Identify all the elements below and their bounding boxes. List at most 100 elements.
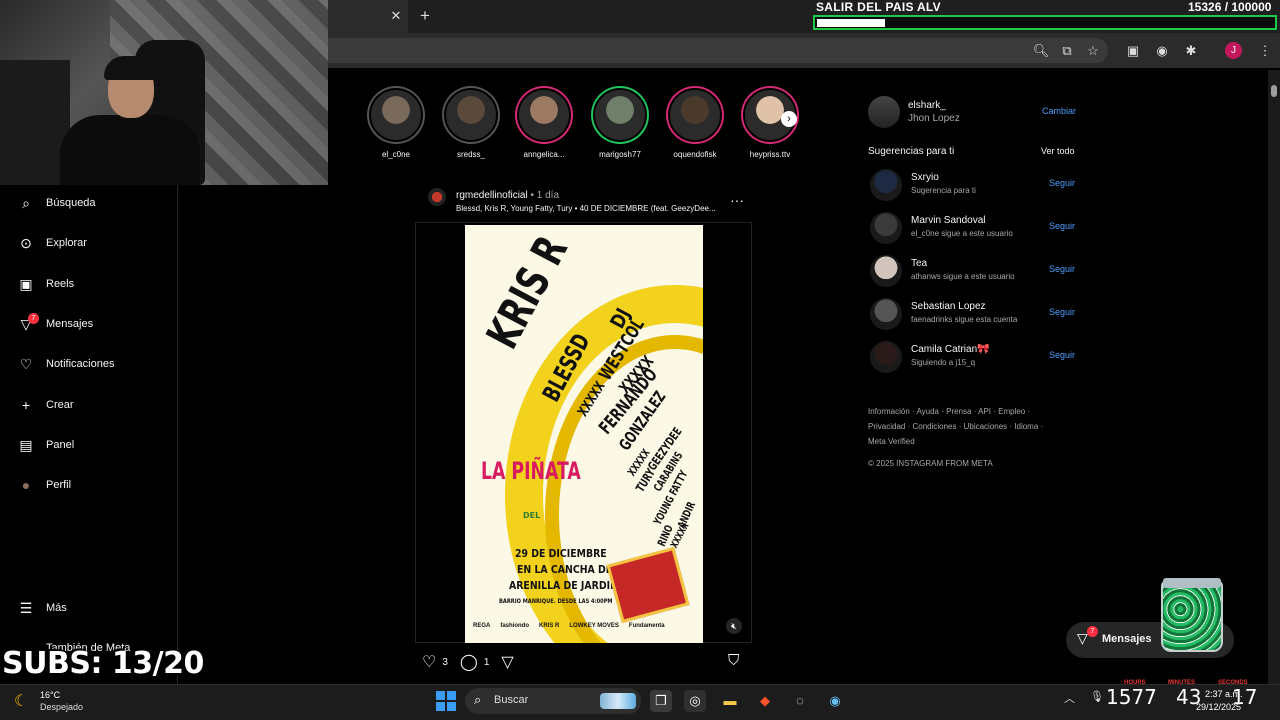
weather-temp[interactable]: 16°C — [40, 690, 60, 700]
sidebar-item-notificaciones[interactable]: ♡ Notificaciones — [18, 352, 115, 376]
suggestion-avatar[interactable] — [870, 341, 902, 373]
sidebar-item-explorar[interactable]: ⊙ Explorar — [18, 231, 87, 255]
address-bar[interactable] — [328, 38, 1108, 63]
suggestion-avatar[interactable] — [870, 298, 902, 330]
story-avatar[interactable] — [593, 88, 647, 142]
sidebar-item-panel[interactable]: ▤ Panel — [18, 433, 74, 457]
suggestion-name[interactable]: Tea — [911, 258, 927, 269]
moon-icon[interactable]: ☾ — [14, 691, 28, 711]
tray-chevron-icon[interactable]: ︿ — [1064, 690, 1075, 706]
browser-profile-avatar[interactable]: J — [1225, 42, 1242, 59]
bookmark-star-icon[interactable]: ☆ — [1084, 42, 1102, 60]
story-ring[interactable] — [515, 86, 573, 144]
story-username[interactable]: el_c0ne — [366, 150, 426, 159]
see-all-link[interactable]: Ver todo — [1041, 146, 1075, 156]
suggestion-name[interactable]: Marvin Sandoval — [911, 215, 985, 226]
page-scrollbar[interactable] — [1268, 70, 1280, 684]
media-icon[interactable]: ▣ — [1124, 42, 1142, 60]
story-username[interactable]: heypriss.ttv — [740, 150, 800, 159]
story-username[interactable]: oquendofisk — [665, 150, 725, 159]
weather-desc[interactable]: Despejado — [40, 702, 83, 712]
steam-icon[interactable]: ◉ — [824, 690, 846, 712]
follow-button[interactable]: Seguir — [1049, 178, 1075, 188]
like-count[interactable]: 3 — [442, 657, 448, 668]
comment-icon[interactable]: ◯ — [460, 652, 478, 672]
story-item[interactable]: oquendofisk — [665, 86, 725, 159]
install-app-icon[interactable]: ⧉ — [1058, 42, 1076, 60]
brave-icon[interactable]: ◆ — [754, 690, 776, 712]
poster-pinata-sub: DEL — [523, 511, 541, 520]
share-icon[interactable]: ▽ — [501, 652, 513, 672]
zoom-icon[interactable]: 🔍︎ — [1032, 42, 1050, 60]
story-ring[interactable] — [591, 86, 649, 144]
post-author-avatar[interactable] — [428, 188, 446, 206]
follow-button[interactable]: Seguir — [1049, 350, 1075, 360]
suggestion-avatar[interactable] — [870, 212, 902, 244]
extension-icon[interactable]: ◉ — [1153, 42, 1171, 60]
microphone-icon[interactable]: 🎙︎ — [1090, 690, 1104, 703]
app-icon[interactable]: ◌ — [789, 690, 811, 712]
start-button[interactable] — [436, 691, 456, 711]
timer-hours: 1577 — [1106, 685, 1157, 709]
footer-links-line-1[interactable]: Información · Ayuda · Prensa · API · Emp… — [868, 404, 1058, 419]
suggestion-avatar[interactable] — [870, 169, 902, 201]
save-bookmark-icon[interactable]: ⛉ — [728, 652, 739, 669]
sidebar-item-reels[interactable]: ▣ Reels — [18, 272, 74, 296]
post-author[interactable]: rgmedellinoficial • 1 día — [456, 190, 559, 201]
task-view-icon[interactable]: ❐ — [650, 690, 672, 712]
story-ring[interactable] — [666, 86, 724, 144]
chrome-icon[interactable]: ◎ — [684, 690, 706, 712]
current-username[interactable]: elshark_ — [908, 100, 946, 111]
footer-links-line-2[interactable]: Privacidad · Condiciones · Ubicaciones ·… — [868, 419, 1058, 434]
plus-icon: + — [21, 397, 31, 413]
like-icon[interactable]: ♡ — [422, 652, 436, 672]
sidebar-item-perfil[interactable]: ● Perfil — [18, 473, 71, 497]
mute-icon[interactable]: 🔇︎ — [726, 618, 742, 634]
switch-account-link[interactable]: Cambiar — [1042, 106, 1076, 116]
extensions-puzzle-icon[interactable]: ✱ — [1182, 42, 1200, 60]
browser-menu-icon[interactable]: ⋮ — [1256, 42, 1274, 60]
story-avatar[interactable] — [444, 88, 498, 142]
file-explorer-icon[interactable]: ▬ — [719, 690, 741, 712]
story-username[interactable]: anngelica... — [514, 150, 574, 159]
sponsor-logo: LOWKEY MOVES — [569, 623, 619, 629]
scrollbar-thumb[interactable] — [1271, 85, 1277, 97]
story-item[interactable]: anngelica... — [514, 86, 574, 159]
event-poster: KRIS R DJ WESTCOL BLESSD XXXXX XXXXX FER… — [465, 225, 703, 643]
webcam-overlay — [0, 0, 328, 185]
story-avatar[interactable] — [369, 88, 423, 142]
follow-button[interactable]: Seguir — [1049, 307, 1075, 317]
tip-jar-overlay — [1161, 580, 1223, 652]
follow-button[interactable]: Seguir — [1049, 221, 1075, 231]
comment-count[interactable]: 1 — [484, 657, 490, 668]
sidebar-item-busqueda[interactable]: ⌕ Búsqueda — [18, 191, 95, 215]
suggestion-name[interactable]: Camila Catrian🎀 — [911, 344, 990, 355]
poster-date-4: BARRIO MANRIQUE. DESDE LAS 4:00PM — [499, 598, 613, 605]
taskbar-search-label[interactable]: Buscar — [494, 694, 528, 706]
suggestion-name[interactable]: Sebastian Lopez — [911, 301, 986, 312]
post-options-icon[interactable]: ··· — [730, 192, 744, 208]
follow-button[interactable]: Seguir — [1049, 264, 1075, 274]
story-avatar[interactable] — [517, 88, 571, 142]
story-username[interactable]: sredss_ — [441, 150, 501, 159]
story-ring[interactable] — [442, 86, 500, 144]
suggestion-name[interactable]: Sxryio — [911, 172, 939, 183]
story-ring[interactable] — [367, 86, 425, 144]
post-audio[interactable]: Blessd, Kris R, Young Fatty, Tury • 40 D… — [456, 204, 716, 213]
stories-next-button[interactable]: › — [781, 111, 797, 127]
more-menu[interactable]: ☰ Más — [18, 596, 67, 620]
story-item[interactable]: el_c0ne — [366, 86, 426, 159]
new-tab-button[interactable]: + — [416, 7, 434, 25]
post-username[interactable]: rgmedellinoficial — [456, 190, 528, 201]
story-item[interactable]: marigosh77 — [590, 86, 650, 159]
close-tab-button[interactable]: ✕ — [388, 8, 404, 24]
story-item[interactable]: sredss_ — [441, 86, 501, 159]
sidebar-item-crear[interactable]: + Crear — [18, 393, 74, 417]
story-avatar[interactable] — [668, 88, 722, 142]
suggestion-row: Sebastian Lopez faenadrinks sigue esta cu… — [868, 298, 1078, 332]
current-user-avatar[interactable] — [868, 96, 900, 128]
footer-links-line-3[interactable]: Meta Verified — [868, 434, 1058, 449]
suggestion-avatar[interactable] — [870, 255, 902, 287]
story-username[interactable]: marigosh77 — [590, 150, 650, 159]
sidebar-item-mensajes[interactable]: ▽ 7 Mensajes — [18, 312, 93, 336]
